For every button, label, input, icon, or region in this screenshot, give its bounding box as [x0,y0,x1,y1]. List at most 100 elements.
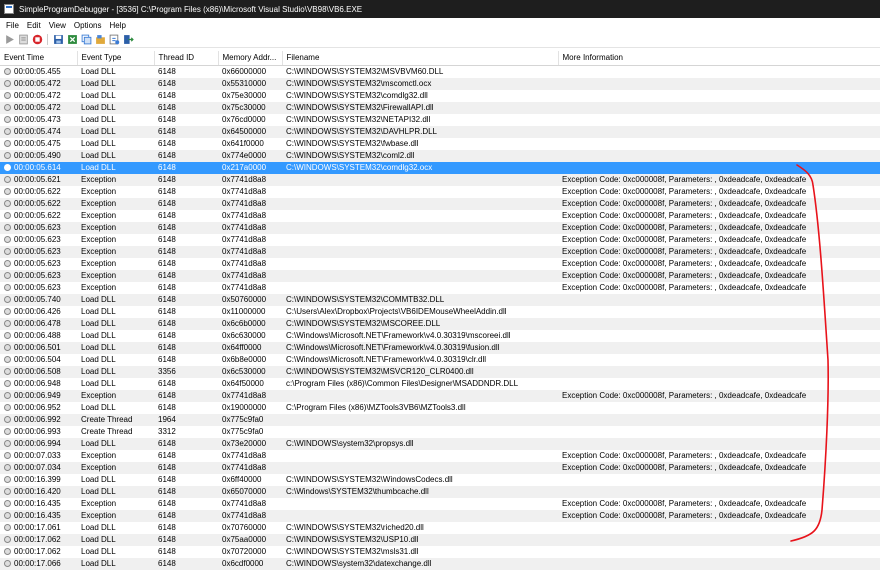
event-time-text: 00:00:06.952 [14,402,61,412]
column-header-filename[interactable]: Filename [282,51,559,66]
menu-file[interactable]: File [2,21,23,30]
more-information-cell [558,426,880,438]
event-time-cell: 00:00:17.061 [0,522,77,534]
table-row[interactable]: 00:00:05.623 Exception 6148 0x7741d8a8 Excep… [0,245,880,258]
thread-id-cell: 3312 [158,426,176,436]
table-row[interactable]: 00:00:17.062 Load DLL 6148 0x75aa0000 C:\WIN… [0,533,880,546]
memory-address-cell: 0x7741d8a8 [218,197,282,210]
thread-id-cell: 6148 [154,557,218,570]
memory-address-cell: 0x217a0000 [218,161,282,174]
table-row[interactable]: 00:00:05.474 Load DLL 6148 0x64500000 C:\WIN… [0,125,880,138]
table-row[interactable]: 00:00:05.475 Load DLL 6148 0x641f0000 C:\WIN… [0,138,880,150]
table-row[interactable]: 00:00:06.994 Load DLL 6148 0x73e20000 C:\WIN… [0,437,880,450]
thread-id-cell: 6148 [158,546,176,556]
table-row[interactable]: 00:00:05.622 Exception 6148 0x7741d8a8 Excep… [0,197,880,210]
more-information-cell [558,437,880,450]
table-row[interactable]: 00:00:16.399 Load DLL 6148 0x6ff40000 C:\WIN… [0,474,880,486]
pause-icon[interactable] [17,34,29,46]
copy-icon[interactable] [80,34,92,46]
table-row[interactable]: 00:00:05.623 Exception 6148 0x7741d8a8 Excep… [0,269,880,282]
column-header-memory-address[interactable]: Memory Addr... [218,51,283,66]
column-header-event-time[interactable]: Event Time [0,51,78,66]
event-type-cell: Load DLL [77,485,154,498]
event-time-text: 00:00:06.948 [14,378,61,388]
title-bar: SimpleProgramDebugger - [3536] C:\Progra… [0,0,880,18]
table-row[interactable]: 00:00:17.066 Load DLL 6148 0x6cdf0000 C:\WIN… [0,557,880,570]
table-row[interactable]: 00:00:06.992 Create Thread 1964 0x775c9fa0 [0,413,880,426]
table-row[interactable]: 00:00:07.033 Exception 6148 0x7741d8a8 Excep… [0,450,880,462]
save-icon[interactable] [52,34,64,46]
table-row[interactable]: 00:00:05.622 Exception 6148 0x7741d8a8 Excep… [0,210,880,222]
table-row[interactable]: 00:00:05.472 Load DLL 6148 0x75e30000 C:\WIN… [0,90,880,102]
event-time-cell: 00:00:05.472 [0,90,77,102]
stop-icon[interactable] [31,34,43,46]
refresh-icon[interactable] [108,34,120,46]
table-row[interactable]: 00:00:05.623 Exception 6148 0x7741d8a8 Excep… [0,282,880,294]
table-row[interactable]: 00:00:05.455 Load DLL 6148 0x66000000 C:\WIN… [0,65,880,78]
thread-id-cell: 6148 [158,186,176,196]
filename-cell [282,234,558,246]
table-row[interactable]: 00:00:06.501 Load DLL 6148 0x64ff0000 C:\Win… [0,341,880,354]
table-row[interactable]: 00:00:06.952 Load DLL 6148 0x19000000 C:\Pro… [0,402,880,414]
table-row[interactable]: 00:00:05.472 Load DLL 6148 0x75c30000 C:\WIN… [0,101,880,114]
run-icon[interactable] [3,34,15,46]
event-list[interactable]: Event Time Event Type Thread ID Memory A… [0,51,880,572]
filename-cell: C:\WINDOWS\SYSTEM32\COMMTB32.DLL [282,293,558,306]
event-status-icon [4,127,11,135]
table-row[interactable]: 00:00:05.614 Load DLL 6148 0x217a0000 C:\WIN… [0,161,880,174]
table-row[interactable]: 00:00:16.435 Exception 6148 0x7741d8a8 Excep… [0,498,880,510]
table-row[interactable]: 00:00:06.508 Load DLL 3356 0x6c530000 C:\WIN… [0,365,880,378]
table-row[interactable]: 00:00:05.623 Exception 6148 0x7741d8a8 Excep… [0,258,880,270]
event-time-text: 00:00:05.623 [14,258,61,268]
more-information-cell [558,90,880,102]
table-row[interactable]: 00:00:06.993 Create Thread 3312 0x775c9fa0 [0,426,880,438]
filename-cell [282,186,558,198]
table-row[interactable]: 00:00:05.490 Load DLL 6148 0x774e0000 C:\WIN… [0,149,880,162]
filename-cell [282,245,558,258]
table-row[interactable]: 00:00:06.426 Load DLL 6148 0x11000000 C:\Use… [0,306,880,318]
event-time-text: 00:00:05.472 [14,102,61,112]
event-status-icon [4,343,11,351]
menu-help[interactable]: Help [105,21,129,30]
column-header-thread-id[interactable]: Thread ID [154,51,219,66]
event-time-text: 00:00:16.399 [14,474,61,484]
table-row[interactable]: 00:00:05.622 Exception 6148 0x7741d8a8 Excep… [0,186,880,198]
table-row[interactable]: 00:00:06.488 Load DLL 6148 0x6c630000 C:\Win… [0,330,880,342]
table-row[interactable]: 00:00:05.472 Load DLL 6148 0x55310000 C:\WIN… [0,77,880,90]
column-header-more-information[interactable]: More Information [558,51,880,66]
event-status-icon [4,427,11,435]
thread-id-cell: 6148 [154,245,218,258]
export-icon[interactable] [66,34,78,46]
memory-address-cell: 0x7741d8a8 [222,450,267,460]
event-type-cell: Load DLL [77,557,154,570]
table-row[interactable]: 00:00:05.623 Exception 6148 0x7741d8a8 Excep… [0,234,880,246]
table-row[interactable]: 00:00:07.034 Exception 6148 0x7741d8a8 Excep… [0,461,880,474]
table-row[interactable]: 00:00:16.435 Exception 6148 0x7741d8a8 Excep… [0,509,880,522]
table-row[interactable]: 00:00:06.949 Exception 6148 0x7741d8a8 Excep… [0,389,880,402]
menu-edit[interactable]: Edit [23,21,45,30]
event-time-cell: 00:00:05.623 [0,234,77,246]
table-row[interactable]: 00:00:05.623 Exception 6148 0x7741d8a8 Excep… [0,221,880,234]
event-type-cell: Exception [77,173,154,186]
table-row[interactable]: 00:00:17.061 Load DLL 6148 0x70760000 C:\WIN… [0,522,880,534]
settings-icon[interactable] [94,34,106,46]
column-header-event-type[interactable]: Event Type [77,51,155,66]
event-time-text: 00:00:05.614 [14,162,61,172]
table-row[interactable]: 00:00:05.473 Load DLL 6148 0x76cd0000 C:\WIN… [0,114,880,126]
filename-cell: C:\WINDOWS\SYSTEM32\fwbase.dll [286,138,419,148]
menu-options[interactable]: Options [70,21,106,30]
thread-id-cell: 6148 [158,210,176,220]
table-row[interactable]: 00:00:06.478 Load DLL 6148 0x6c6b0000 C:\WIN… [0,317,880,330]
event-status-icon [4,367,11,375]
table-row[interactable]: 00:00:16.420 Load DLL 6148 0x65070000 C:\Win… [0,485,880,498]
exit-icon[interactable] [122,34,134,46]
table-row[interactable]: 00:00:17.062 Load DLL 6148 0x70720000 C:\WIN… [0,546,880,558]
table-row[interactable]: 00:00:05.740 Load DLL 6148 0x50760000 C:\WIN… [0,293,880,306]
memory-address-cell: 0x75aa0000 [218,533,282,546]
table-row[interactable]: 00:00:05.621 Exception 6148 0x7741d8a8 Excep… [0,173,880,186]
table-row[interactable]: 00:00:06.504 Load DLL 6148 0x6b8e0000 C:\Win… [0,354,880,366]
table-row[interactable]: 00:00:06.948 Load DLL 6148 0x64f50000 c:\Pro… [0,378,880,390]
menu-view[interactable]: View [45,21,70,30]
filename-cell: C:\WINDOWS\SYSTEM32\FirewallAPI.dll [282,101,558,114]
filename-cell [282,282,558,294]
